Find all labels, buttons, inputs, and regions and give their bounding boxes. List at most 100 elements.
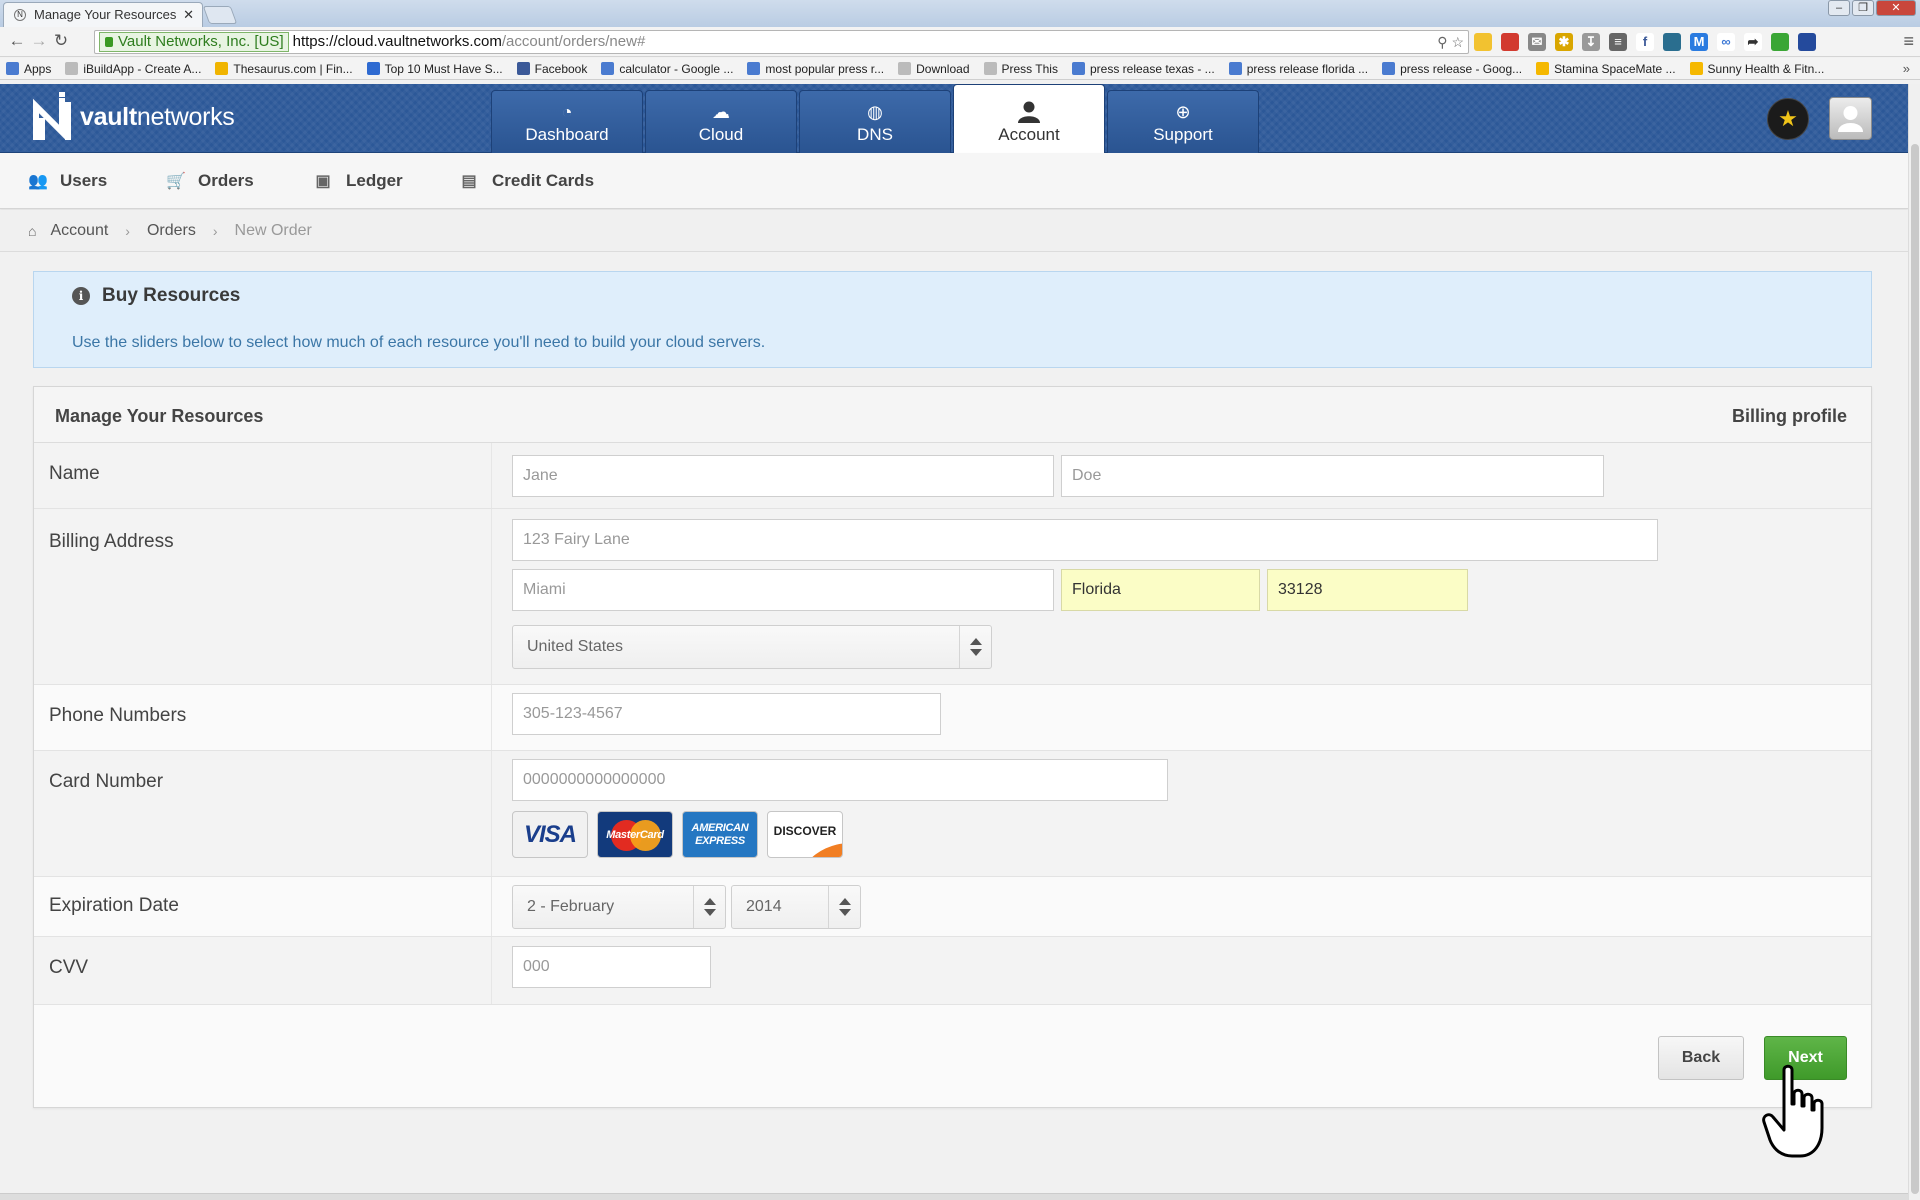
bookmark-favicon-icon <box>601 62 615 75</box>
city-input[interactable]: Miami <box>512 569 1054 611</box>
url-host: https://cloud.vaultnetworks.com <box>292 33 502 50</box>
subnav-orders[interactable]: 🛒 Orders <box>166 153 254 209</box>
bookmark-item[interactable]: Sunny Health & Fitn... <box>1689 62 1824 76</box>
nav-dashboard[interactable]: ◔ Dashboard <box>491 90 643 153</box>
extension-list-icon[interactable]: ≡ <box>1609 33 1627 51</box>
extension-arrow-icon[interactable]: ➦ <box>1744 33 1762 51</box>
bookmark-item[interactable]: calculator - Google ... <box>601 62 733 76</box>
vaultnetworks-logo[interactable]: vaultnetworks <box>32 92 235 142</box>
bookmarks-overflow-icon[interactable]: » <box>1903 61 1910 76</box>
bookmark-favicon-icon <box>983 62 997 75</box>
page-scrollbar[interactable] <box>1908 84 1920 1200</box>
home-icon[interactable]: ⌂ <box>28 223 36 239</box>
bookmark-item[interactable]: Apps <box>6 62 51 76</box>
expiration-year-select[interactable]: 2014 <box>731 885 861 929</box>
phone-label: Phone Numbers <box>49 705 187 726</box>
vault-favicon-icon: N <box>14 9 26 21</box>
bookmark-item[interactable]: iBuildApp - Create A... <box>65 62 201 76</box>
extension-sync-icon[interactable]: ∞ <box>1717 33 1735 51</box>
bookmark-item[interactable]: most popular press r... <box>747 62 884 76</box>
card-number-input[interactable]: 0000000000000000 <box>512 759 1168 801</box>
card-brand-logos: VISA MasterCard AMERICAN EXPRESS DISCOVE… <box>512 811 843 858</box>
extension-mail-icon[interactable]: ✉ <box>1528 33 1546 51</box>
extension-m-icon[interactable]: M <box>1690 33 1708 51</box>
extension-chart-icon[interactable] <box>1771 33 1789 51</box>
bookmark-favicon-icon <box>215 62 229 75</box>
forward-arrow-icon[interactable]: → <box>28 31 50 51</box>
bookmark-item[interactable]: Download <box>898 62 970 76</box>
nav-dns[interactable]: ◍ DNS <box>799 90 951 153</box>
bookmark-item[interactable]: Facebook <box>516 62 587 76</box>
window-controls: – ❐ ✕ <box>1828 0 1916 16</box>
bookmark-item[interactable]: Thesaurus.com | Fin... <box>215 62 353 76</box>
select-arrows-icon <box>828 886 860 928</box>
street-address-input[interactable]: 123 Fairy Lane <box>512 519 1658 561</box>
bookmark-item[interactable]: press release florida ... <box>1228 62 1368 76</box>
ledger-icon: ▣ <box>315 173 331 190</box>
bookmark-item[interactable]: press release texas - ... <box>1071 62 1215 76</box>
bookmark-star-icon[interactable]: ⚲ ☆ <box>1437 31 1464 53</box>
extension-red-icon[interactable] <box>1501 33 1519 51</box>
subnav-ledger[interactable]: ▣ Ledger <box>314 153 402 209</box>
account-subnav: 👥 Users 🛒 Orders ▣ Ledger ▤ Credit Cards <box>0 153 1908 209</box>
maximize-icon[interactable]: ❐ <box>1852 0 1874 16</box>
first-name-input[interactable]: Jane <box>512 455 1054 497</box>
select-arrows-icon <box>959 626 991 668</box>
back-arrow-icon[interactable]: ← <box>6 31 28 51</box>
extension-folder-icon[interactable] <box>1474 33 1492 51</box>
avatar[interactable] <box>1829 97 1872 140</box>
bookmark-favicon-icon <box>516 62 530 75</box>
address-bar[interactable]: Vault Networks, Inc. [US] https://cloud.v… <box>94 30 1469 54</box>
state-input[interactable]: Florida <box>1061 569 1260 611</box>
cvv-input[interactable]: 000 <box>512 946 711 988</box>
extension-icons: ✉ ✱ ↧ ≡ f M ∞ ➦ <box>1474 33 1816 51</box>
ev-certificate-badge[interactable]: Vault Networks, Inc. [US] <box>99 32 289 52</box>
breadcrumb-account[interactable]: Account <box>50 222 108 240</box>
nav-account[interactable]: Account <box>953 84 1105 153</box>
mastercard-logo-icon: MasterCard <box>597 811 673 858</box>
chrome-menu-icon[interactable]: ≡ <box>1903 31 1914 52</box>
browser-tabstrip: N Manage Your Resources ✕ – ❐ ✕ <box>0 0 1920 27</box>
expiration-month-select[interactable]: 2 - February <box>512 885 726 929</box>
country-select[interactable]: United States <box>512 625 992 669</box>
bookmark-favicon-icon <box>366 62 380 75</box>
window-close-icon[interactable]: ✕ <box>1876 0 1916 16</box>
subnav-users[interactable]: 👥 Users <box>28 153 107 209</box>
extension-gear-icon[interactable]: ✱ <box>1555 33 1573 51</box>
billing-address-label: Billing Address <box>49 531 174 552</box>
new-tab-button[interactable] <box>202 6 238 24</box>
bookmark-item[interactable]: Top 10 Must Have S... <box>366 62 503 76</box>
extension-facebook-icon[interactable]: f <box>1636 33 1654 51</box>
last-name-input[interactable]: Doe <box>1061 455 1604 497</box>
nav-support[interactable]: ⊕ Support <box>1107 90 1259 153</box>
bookmark-favicon-icon <box>65 62 79 75</box>
back-button[interactable]: Back <box>1658 1036 1744 1080</box>
extension-photo-icon[interactable] <box>1663 33 1681 51</box>
browser-tab[interactable]: N Manage Your Resources ✕ <box>3 2 203 27</box>
credit-card-icon: ▤ <box>461 173 477 190</box>
minimize-icon[interactable]: – <box>1828 0 1850 16</box>
cvv-row: CVV 000 <box>34 937 1871 1005</box>
zip-input[interactable]: 33128 <box>1267 569 1468 611</box>
url-path: /account/orders/new# <box>501 33 646 50</box>
subnav-credit-cards[interactable]: ▤ Credit Cards <box>460 153 594 209</box>
extension-person-icon[interactable] <box>1798 33 1816 51</box>
favorites-star-icon[interactable]: ★ <box>1767 98 1809 140</box>
bookmark-item[interactable]: Press This <box>983 62 1058 76</box>
phone-input[interactable]: 305-123-4567 <box>512 693 941 735</box>
hand-cursor-icon <box>1762 1064 1824 1158</box>
close-tab-icon[interactable]: ✕ <box>183 3 194 26</box>
discover-logo-icon: DISCOVER <box>767 811 843 858</box>
site-header: vaultnetworks ◔ Dashboard ☁ Cloud ◍ DNS … <box>0 84 1908 153</box>
info-icon: i <box>72 287 90 305</box>
bookmark-item[interactable]: Stamina SpaceMate ... <box>1536 62 1676 76</box>
reload-icon[interactable]: ↻ <box>50 31 72 51</box>
bookmark-favicon-icon <box>1536 62 1550 75</box>
scrollbar-thumb[interactable] <box>1911 144 1919 1194</box>
extension-download-icon[interactable]: ↧ <box>1582 33 1600 51</box>
nav-cloud[interactable]: ☁ Cloud <box>645 90 797 153</box>
browser-toolbar: ← → ↻ Vault Networks, Inc. [US] https://c… <box>0 27 1920 57</box>
bookmark-item[interactable]: press release - Goog... <box>1382 62 1522 76</box>
breadcrumb-orders[interactable]: Orders <box>147 222 196 240</box>
logo-text: vaultnetworks <box>80 102 235 131</box>
